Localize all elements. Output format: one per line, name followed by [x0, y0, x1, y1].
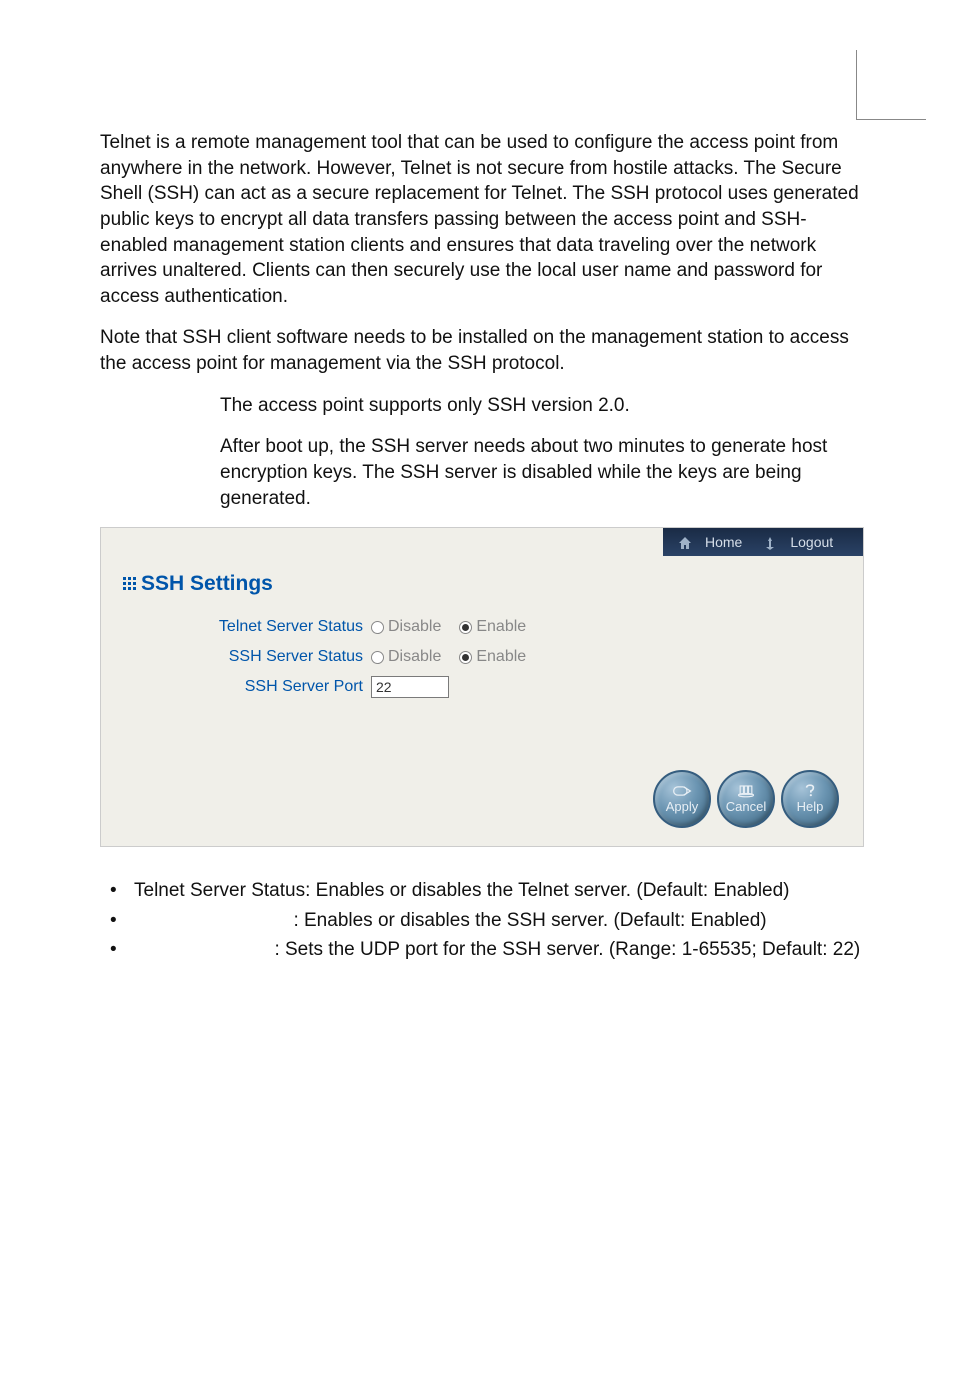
grid-icon [123, 572, 137, 586]
ssh-enable-option[interactable]: Enable [459, 648, 526, 666]
telnet-status-label: Telnet Server Status [171, 618, 371, 636]
section-title-text: SSH Settings [141, 572, 273, 595]
bullet-marker: • [106, 877, 134, 905]
bullet-text: SSH Server Port: Sets the UDP port for t… [134, 936, 864, 964]
note-bootup: After boot up, the SSH server needs abou… [220, 434, 864, 511]
intro-paragraph-2: Note that SSH client software needs to b… [100, 325, 864, 376]
telnet-disable-option[interactable]: Disable [371, 618, 441, 636]
page-body: Telnet is a remote management tool that … [0, 0, 954, 964]
bullet-marker: • [106, 936, 134, 964]
ssh-disable-option[interactable]: Disable [371, 648, 441, 666]
telnet-status-row: Telnet Server Status Disable Enable [171, 612, 540, 642]
ssh-status-radios: Disable Enable [371, 648, 540, 666]
bullet-port: • SSH Server Port: Sets the UDP port for… [106, 936, 864, 964]
disable-label: Disable [388, 648, 441, 666]
telnet-status-radios: Disable Enable [371, 618, 540, 636]
home-icon [673, 534, 697, 551]
form-area: Telnet Server Status Disable Enable SSH … [171, 612, 540, 702]
logout-link[interactable]: Logout [786, 534, 837, 550]
radio-icon [459, 651, 472, 664]
cancel-icon [736, 784, 756, 798]
ssh-port-row: SSH Server Port [171, 672, 540, 702]
enable-label: Enable [476, 648, 526, 666]
bullet-ssh: • SSH Server Status: Enables or disables… [106, 907, 864, 935]
enable-label: Enable [476, 618, 526, 636]
radio-icon [459, 621, 472, 634]
bullet-text: SSH Server Status: Enables or disables t… [134, 907, 864, 935]
top-bar: Home Logout [663, 528, 863, 556]
radio-icon [371, 621, 384, 634]
ssh-status-row: SSH Server Status Disable Enable [171, 642, 540, 672]
ssh-port-input[interactable] [371, 676, 449, 698]
cancel-label: Cancel [726, 799, 766, 814]
ssh-status-label: SSH Server Status [171, 648, 371, 666]
apply-label: Apply [666, 799, 699, 814]
bullet-text: Telnet Server Status: Enables or disable… [134, 877, 864, 905]
apply-icon [672, 784, 692, 798]
home-link[interactable]: Home [701, 534, 746, 550]
bullet-list: • Telnet Server Status: Enables or disab… [100, 877, 864, 964]
apply-button[interactable]: Apply [653, 770, 711, 828]
bullet-telnet: • Telnet Server Status: Enables or disab… [106, 877, 864, 905]
crop-mark [856, 50, 926, 120]
intro-paragraph-1: Telnet is a remote management tool that … [100, 130, 864, 309]
ssh-port-label: SSH Server Port [171, 678, 371, 696]
logout-icon [758, 534, 782, 551]
radio-icon [371, 651, 384, 664]
note-version: The access point supports only SSH versi… [220, 393, 864, 419]
help-icon [800, 784, 820, 798]
help-label: Help [797, 799, 824, 814]
telnet-enable-option[interactable]: Enable [459, 618, 526, 636]
cancel-button[interactable]: Cancel [717, 770, 775, 828]
section-title: SSH Settings [123, 572, 273, 596]
bullet-marker: • [106, 907, 134, 935]
help-button[interactable]: Help [781, 770, 839, 828]
action-buttons: Apply Cancel Help [653, 770, 839, 828]
disable-label: Disable [388, 618, 441, 636]
ssh-settings-panel: Home Logout SSH Settings Telnet Server S… [100, 527, 864, 847]
